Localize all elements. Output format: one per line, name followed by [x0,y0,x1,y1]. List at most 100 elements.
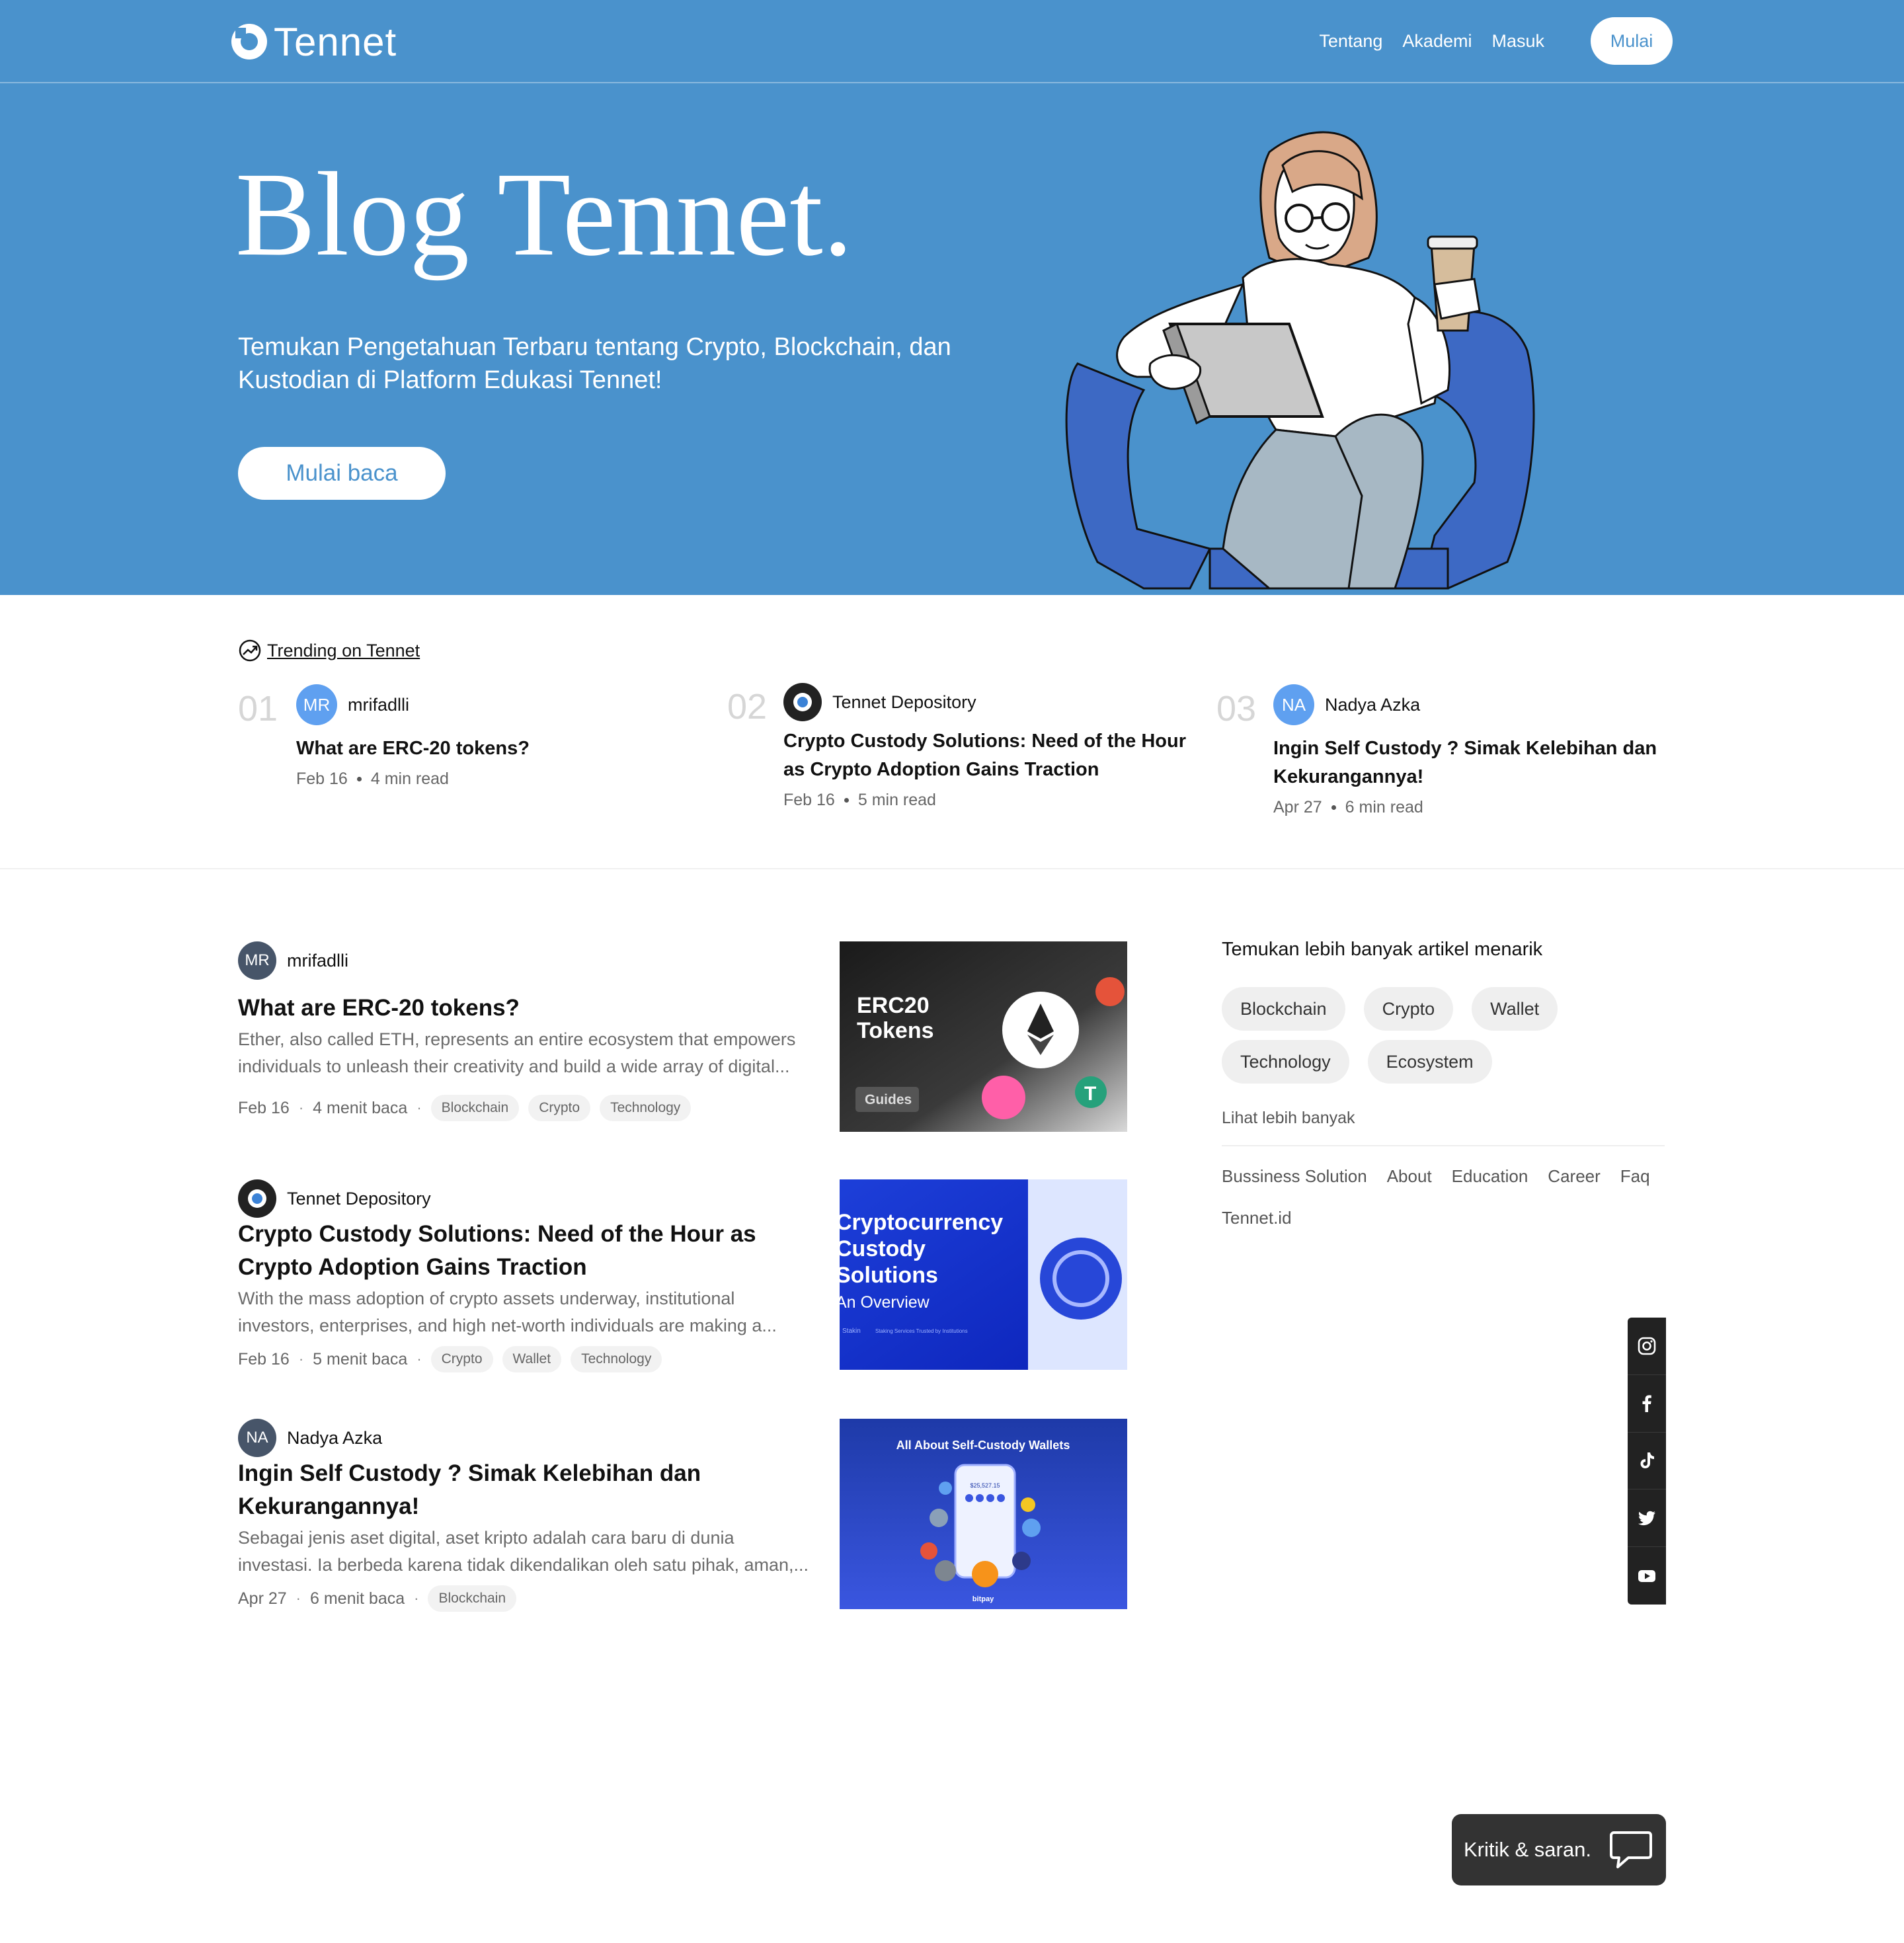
tag-blockchain[interactable]: Blockchain [428,1585,517,1612]
hero-subtitle: Temukan Pengetahuan Terbaru tentang Cryp… [238,333,951,394]
article-title[interactable]: What are ERC-20 tokens? [238,992,813,1025]
tennet-avatar-icon [783,683,822,721]
separator: · [414,1590,419,1606]
footer-link-business[interactable]: Bussiness Solution [1222,1166,1367,1187]
feedback-button[interactable]: Kritik & saran. [1452,1814,1666,1885]
read-time: 6 min read [1345,798,1423,816]
mulai-baca-button[interactable]: Mulai baca [238,447,446,500]
thumb-title-line2: Custody [840,1236,926,1261]
avatar: NA [238,1419,276,1457]
feedback-label: Kritik & saran. [1464,1838,1591,1861]
youtube-icon [1638,1569,1655,1582]
nav-link-akademi[interactable]: Akademi [1402,31,1472,52]
article-card[interactable]: NA Nadya Azka Ingin Self Custody ? Simak… [238,1419,1127,1612]
article-thumbnail-erc20[interactable]: ERC20 Tokens Guides T [840,941,1127,1132]
separator-dot [356,777,362,781]
thumb-title-line3: Solutions [840,1263,938,1288]
footer-link-faq[interactable]: Faq [1620,1166,1650,1187]
trending-title[interactable]: Ingin Self Custody ? Simak Kelebihan dan… [1273,734,1677,791]
separator: · [298,1351,304,1367]
trending-title[interactable]: What are ERC-20 tokens? [296,734,699,763]
article-meta: Apr 27 · 6 menit baca · Blockchain [238,1585,813,1612]
tag-wallet[interactable]: Wallet [502,1346,562,1372]
footer-link-career[interactable]: Career [1548,1166,1600,1187]
article-thumbnail-self-custody[interactable]: All About Self-Custody Wallets $25,527.1… [840,1419,1127,1609]
separator: · [296,1590,301,1606]
article-meta: Feb 16 · 5 menit baca · Crypto Wallet Te… [238,1346,813,1372]
article-title[interactable]: Ingin Self Custody ? Simak Kelebihan dan… [238,1457,813,1523]
sidebar: Temukan lebih banyak artikel menarik Blo… [1222,939,1665,1228]
youtube-button[interactable] [1628,1547,1666,1605]
footer-links: Bussiness Solution About Education Caree… [1222,1166,1685,1228]
social-bar [1628,1318,1666,1605]
article-author: MR mrifadlli [238,941,813,980]
thumb-footer: Stakin [842,1328,861,1335]
trending-author: NA Nadya Azka [1273,684,1677,725]
twitter-button[interactable] [1628,1489,1666,1548]
sidebar-tag-blockchain[interactable]: Blockchain [1222,987,1345,1031]
tag-technology[interactable]: Technology [571,1346,662,1372]
author-name[interactable]: Tennet Depository [287,1189,431,1209]
author-name[interactable]: Nadya Azka [287,1428,382,1448]
article-title[interactable]: Crypto Custody Solutions: Need of the Ho… [238,1218,813,1284]
brand-logo[interactable]: Tennet [231,19,397,64]
read-time: 4 min read [370,770,449,788]
author-name[interactable]: Tennet Depository [832,692,976,713]
article-card[interactable]: Tennet Depository Crypto Custody Solutio… [238,1179,1127,1372]
article-card[interactable]: MR mrifadlli What are ERC-20 tokens? Eth… [238,941,1127,1132]
sidebar-title: Temukan lebih banyak artikel menarik [1222,939,1543,960]
post-date: Feb 16 [296,770,348,788]
tag-technology[interactable]: Technology [600,1095,692,1121]
read-time: 6 menit baca [310,1589,405,1608]
sidebar-tag-ecosystem[interactable]: Ecosystem [1367,1040,1492,1084]
article-author: NA Nadya Azka [238,1419,813,1457]
thumb-title-line2: Tokens [857,1018,934,1043]
trending-meta: Apr 27 6 min read [1273,798,1677,817]
separator: · [416,1351,422,1367]
avatar: MR [296,684,337,725]
sidebar-tag-wallet[interactable]: Wallet [1472,987,1558,1031]
thumb-title-line4: An Overview [840,1293,930,1312]
brand-logo-icon [231,24,267,59]
article-thumbnail-custody[interactable]: Cryptocurrency Custody Solutions An Over… [840,1179,1127,1370]
separator-dot [1331,805,1336,810]
post-date: Feb 16 [238,1349,290,1368]
mulai-button[interactable]: Mulai [1591,17,1673,65]
footer-link-about[interactable]: About [1387,1166,1432,1187]
sidebar-tag-crypto[interactable]: Crypto [1363,987,1454,1031]
author-name[interactable]: Nadya Azka [1325,695,1420,715]
trending-label[interactable]: Trending on Tennet [267,641,420,661]
instagram-icon [1638,1337,1656,1355]
tag-crypto[interactable]: Crypto [528,1095,591,1121]
article-meta: Feb 16 · 4 menit baca · Blockchain Crypt… [238,1095,813,1121]
thumb-footer-tagline: Staking Services Trusted by Institutions [875,1328,968,1334]
article-excerpt: With the mass adoption of crypto assets … [238,1289,777,1335]
tag-crypto[interactable]: Crypto [430,1346,493,1372]
article-text: NA Nadya Azka Ingin Self Custody ? Simak… [238,1419,813,1612]
nav-link-tentang[interactable]: Tentang [1319,31,1382,52]
trending-title[interactable]: Crypto Custody Solutions: Need of the Ho… [783,727,1187,784]
tiktok-button[interactable] [1628,1433,1666,1490]
facebook-button[interactable] [1628,1375,1666,1433]
footer-link-education[interactable]: Education [1452,1166,1528,1187]
thumb-title-line1: Cryptocurrency [840,1210,1003,1235]
trending-number: 03 [1216,689,1257,729]
article-excerpt: Ether, also called ETH, represents an en… [238,1029,796,1076]
see-more-link[interactable]: Lihat lebih banyak [1222,1109,1665,1128]
trending-body: MR mrifadlli What are ERC-20 tokens? Feb… [296,684,699,789]
post-date: Feb 16 [238,1098,290,1117]
sidebar-tag-technology[interactable]: Technology [1222,1040,1349,1084]
trending-author: MR mrifadlli [296,684,699,725]
trending-number: 01 [238,689,278,729]
nav-link-masuk[interactable]: Masuk [1491,31,1544,52]
article-excerpt: Sebagai jenis aset digital, aset kripto … [238,1528,809,1575]
footer-link-tennet-id[interactable]: Tennet.id [1222,1208,1292,1228]
post-date: Apr 27 [238,1589,287,1608]
hero-section: Tennet Tentang Akademi Masuk Mulai Blog … [0,0,1904,595]
instagram-button[interactable] [1628,1318,1666,1375]
trending-meta: Feb 16 4 min read [296,770,699,789]
author-name[interactable]: mrifadlli [348,695,409,715]
brand-name: Tennet [274,19,397,64]
author-name[interactable]: mrifadlli [287,951,348,971]
tag-blockchain[interactable]: Blockchain [430,1095,520,1121]
